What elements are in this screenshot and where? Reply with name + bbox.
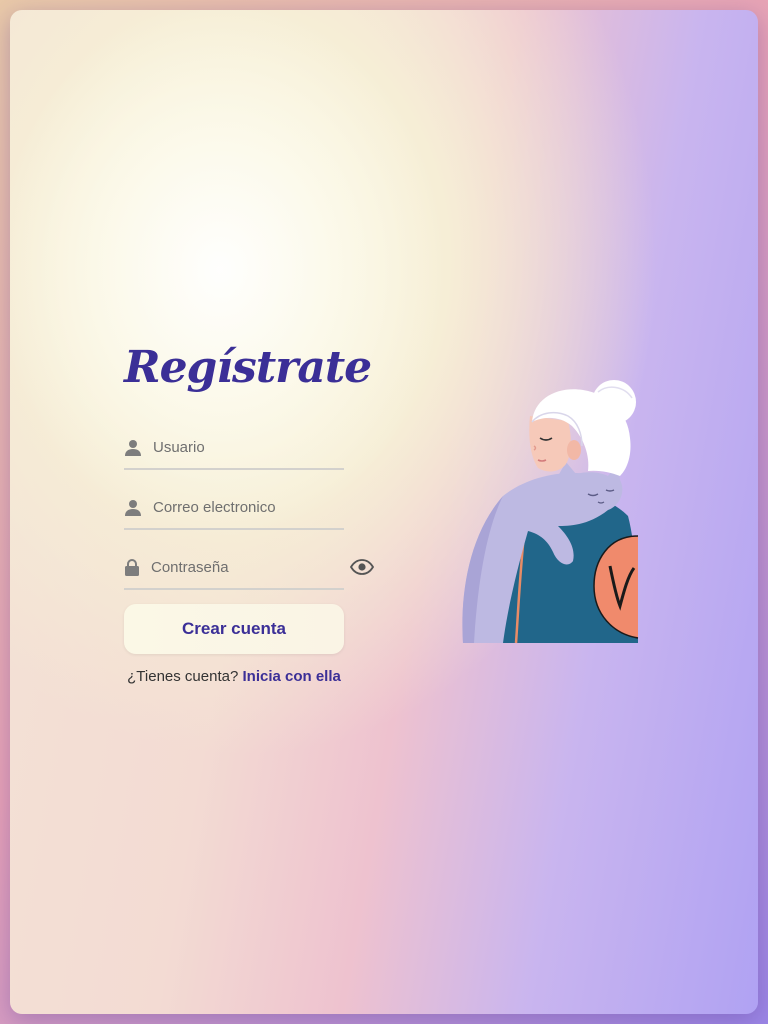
password-field[interactable] [124, 546, 374, 590]
password-input[interactable] [151, 558, 350, 576]
email-field[interactable] [124, 486, 352, 530]
username-input[interactable] [153, 438, 352, 456]
login-link[interactable]: Inicia con ella [242, 668, 340, 685]
login-prompt: ¿Tienes cuenta? Inicia con ella [124, 668, 344, 685]
page-title: Regístrate [124, 342, 372, 393]
username-field[interactable] [124, 426, 352, 470]
create-account-button[interactable]: Crear cuenta [124, 604, 344, 654]
eye-icon[interactable] [350, 557, 374, 577]
email-input[interactable] [153, 498, 352, 516]
user-icon [125, 438, 141, 456]
login-prompt-text: ¿Tienes cuenta? [127, 668, 239, 685]
lock-icon [125, 558, 139, 576]
girl-with-cat-illustration [462, 380, 639, 644]
user-icon [125, 498, 141, 516]
